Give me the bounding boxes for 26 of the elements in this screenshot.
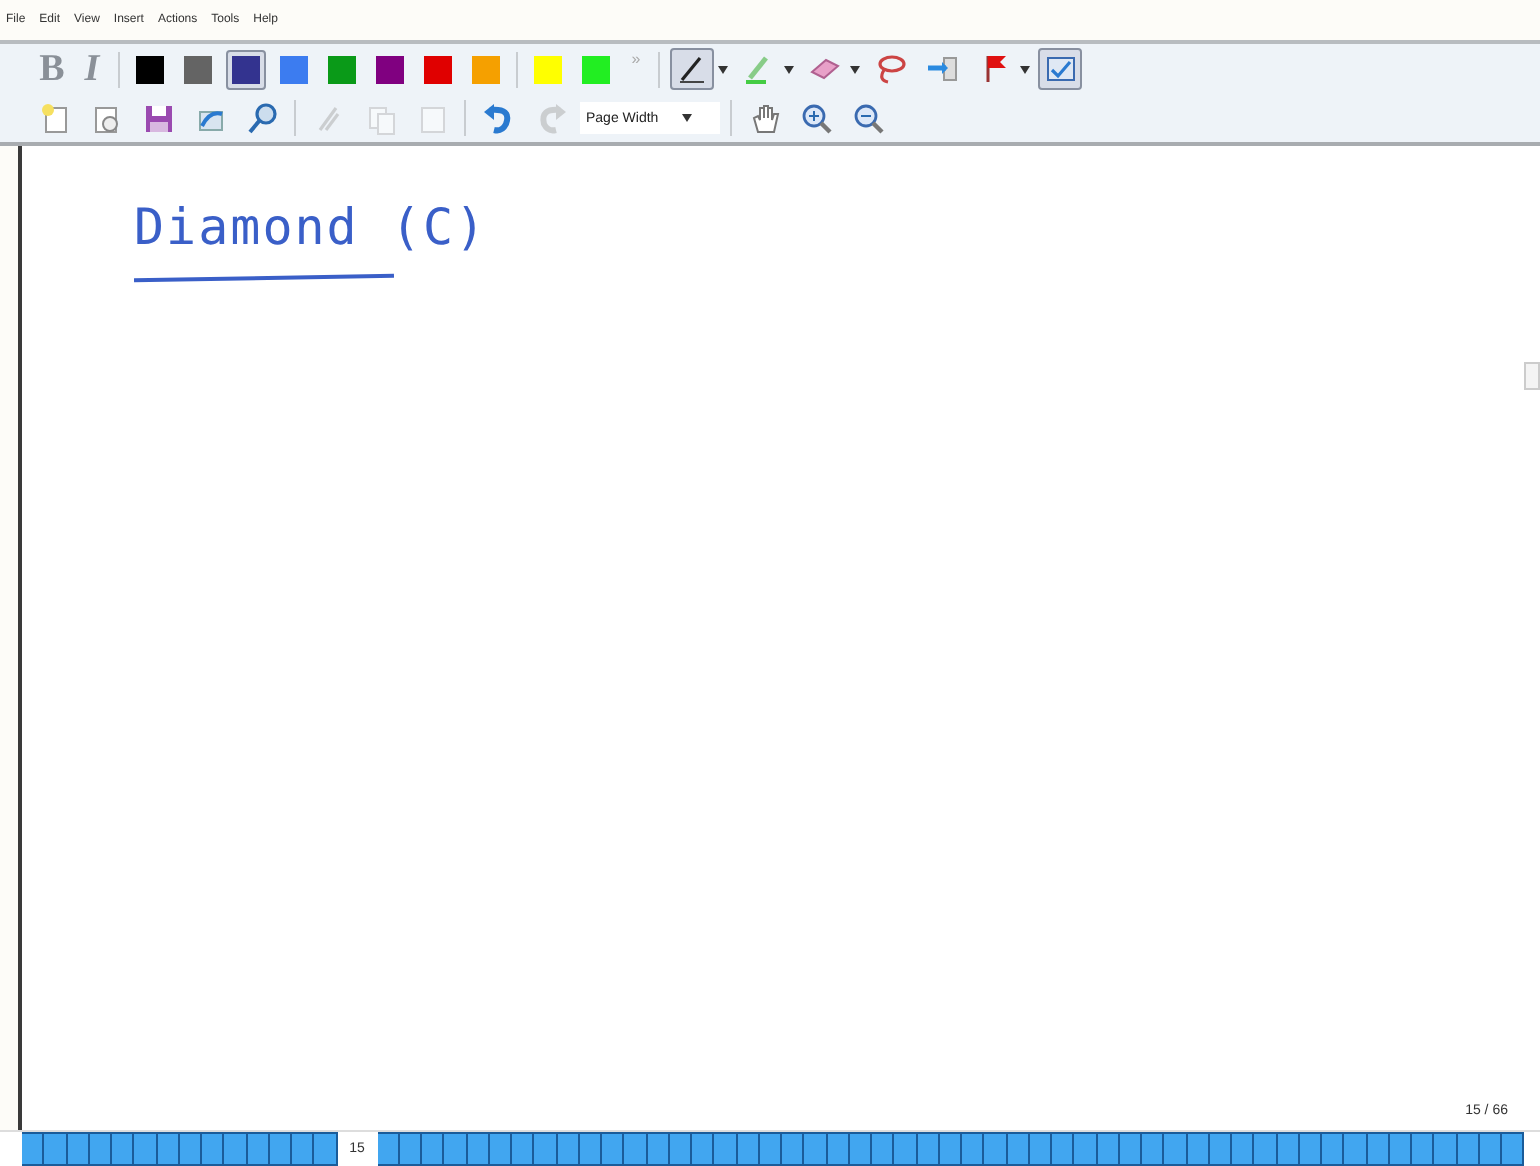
view-toggle-icon — [1043, 52, 1077, 86]
page-tab[interactable] — [1502, 1132, 1525, 1166]
handwritten-heading: Diamond (C) — [134, 198, 488, 256]
find-icon — [245, 101, 279, 135]
undo-arrow-icon — [481, 101, 515, 135]
page-tab[interactable] — [377, 1132, 400, 1166]
view-tool-button[interactable] — [1038, 48, 1082, 90]
new-page-icon — [37, 101, 71, 135]
caret-icon[interactable] — [1020, 65, 1030, 73]
paste-icon — [415, 101, 449, 135]
insert-space-icon — [925, 52, 959, 86]
lasso-icon — [873, 52, 907, 86]
copy-icon — [363, 101, 397, 135]
pen-tool-button[interactable] — [670, 48, 714, 90]
hand-icon — [747, 101, 781, 135]
caret-icon[interactable] — [784, 65, 794, 73]
caret-icon — [682, 114, 693, 122]
save-icon — [141, 101, 175, 135]
scrollbar[interactable] — [1524, 146, 1540, 1130]
open-page-icon — [89, 101, 123, 135]
caret-icon[interactable] — [850, 65, 860, 73]
caret-icon[interactable] — [718, 65, 728, 73]
pen-icon — [675, 52, 709, 86]
zoom-out-icon — [851, 101, 885, 135]
color-swatch[interactable] — [226, 49, 266, 89]
zoom-in-icon — [799, 101, 833, 135]
